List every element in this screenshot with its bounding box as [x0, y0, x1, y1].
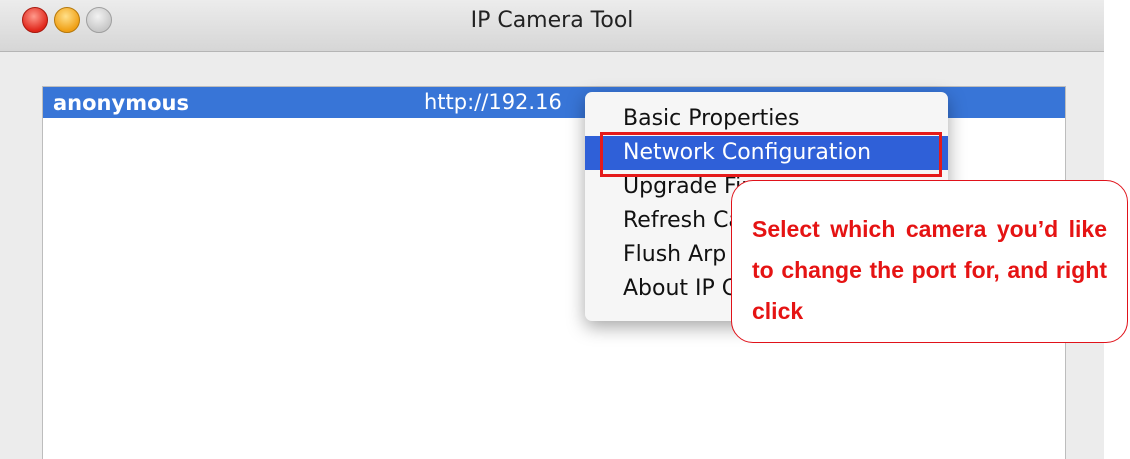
menu-item-basic-properties[interactable]: Basic Properties	[585, 102, 948, 136]
window-title: IP Camera Tool	[470, 8, 634, 33]
callout-text: Select which camera you’d like to change…	[752, 216, 1107, 324]
annotation-callout: Select which camera you’d like to change…	[731, 180, 1128, 343]
annotation-highlight-box	[600, 132, 942, 177]
camera-url: http://192.16	[424, 90, 562, 114]
camera-user: anonymous	[53, 91, 189, 115]
title-bar[interactable]: IP Camera Tool	[0, 0, 1104, 52]
